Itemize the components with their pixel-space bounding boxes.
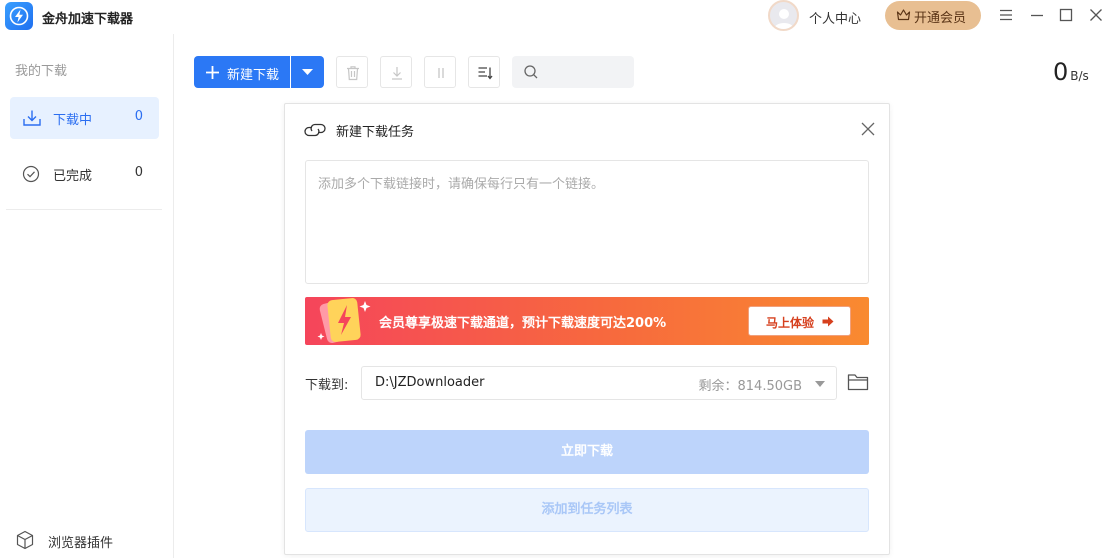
arrow-right-icon	[822, 316, 834, 327]
chevron-down-icon	[815, 381, 825, 387]
pause-button[interactable]	[424, 56, 456, 88]
search-icon	[524, 65, 538, 79]
sidebar-item-count: 0	[134, 109, 143, 124]
path-label: 下载到:	[305, 378, 349, 393]
speed-indicator: 0 B/s	[1053, 58, 1089, 86]
lightning-icon	[9, 6, 29, 26]
new-task-dialog: 新建下载任务 会员尊享极速下载通道，预计下载速度可达200% 马上体验 下载到:…	[284, 103, 890, 555]
dialog-title: 新建下载任务	[336, 125, 415, 140]
free-space-value: 814.50GB	[737, 379, 802, 394]
sidebar-item-label: 已完成	[53, 169, 93, 184]
minimize-icon[interactable]	[1029, 7, 1045, 23]
vip-button-label: 开通会员	[914, 11, 967, 26]
new-download-button[interactable]: 新建下载	[194, 56, 290, 88]
plus-icon	[206, 66, 219, 79]
url-input[interactable]	[305, 160, 869, 284]
speed-unit: B/s	[1070, 69, 1089, 83]
sidebar-item-downloading[interactable]: 下载中 0	[10, 97, 159, 139]
free-space-label: 剩余：	[698, 379, 738, 394]
sidebar-divider	[6, 209, 162, 210]
lightning-card-icon	[317, 298, 371, 343]
close-icon[interactable]	[1088, 7, 1104, 23]
crown-icon	[896, 9, 911, 21]
sidebar-item-completed[interactable]: 已完成 0	[10, 153, 159, 195]
delete-button[interactable]	[336, 56, 368, 88]
try-now-label: 马上体验	[766, 316, 815, 330]
sort-icon	[478, 67, 493, 80]
browser-plugin-label: 浏览器插件	[48, 536, 114, 551]
download-path-select[interactable]: D:\JZDownloader 剩余：814.50GB	[361, 366, 837, 400]
download-icon	[23, 110, 41, 126]
banner-text: 会员尊享极速下载通道，预计下载速度可达200%	[379, 316, 667, 331]
search-box[interactable]	[512, 56, 634, 88]
menu-icon[interactable]	[998, 7, 1014, 23]
cube-icon	[16, 530, 34, 550]
user-center-link[interactable]: 个人中心	[809, 8, 861, 27]
path-value: D:\JZDownloader	[375, 375, 485, 390]
link-icon	[304, 123, 326, 137]
vip-button[interactable]: 开通会员	[885, 1, 981, 30]
title-bar: 金舟加速下载器 个人中心 开通会员	[0, 0, 1116, 33]
download-now-button[interactable]: 立即下载	[305, 430, 869, 474]
sidebar-heading: 我的下载	[15, 64, 68, 79]
pause-icon	[438, 68, 444, 78]
try-now-button[interactable]: 马上体验	[748, 306, 851, 336]
new-download-label: 新建下载	[227, 68, 280, 83]
sidebar: 我的下载 下载中 0 已完成 0 浏览器插件	[0, 34, 174, 558]
trash-icon	[347, 66, 359, 81]
download-arrow-icon	[392, 67, 402, 80]
sidebar-item-label: 下载中	[53, 113, 93, 128]
sort-button[interactable]	[468, 56, 500, 88]
maximize-icon[interactable]	[1058, 7, 1074, 23]
app-title: 金舟加速下载器	[42, 12, 134, 27]
sidebar-item-count: 0	[134, 165, 143, 180]
user-icon	[774, 9, 794, 29]
vip-promo-banner[interactable]: 会员尊享极速下载通道，预计下载速度可达200% 马上体验	[305, 297, 869, 345]
speed-value: 0	[1053, 58, 1069, 86]
browser-plugin-link[interactable]: 浏览器插件	[15, 530, 113, 554]
new-download-dropdown[interactable]	[291, 56, 324, 88]
caret-down-icon	[302, 69, 313, 75]
avatar[interactable]	[768, 0, 799, 31]
check-circle-icon	[22, 165, 40, 183]
add-to-list-button[interactable]: 添加到任务列表	[305, 488, 869, 532]
dialog-close-icon[interactable]	[861, 122, 875, 136]
app-logo	[5, 2, 33, 30]
folder-icon[interactable]	[847, 372, 869, 392]
start-button[interactable]	[380, 56, 412, 88]
free-space: 剩余：814.50GB	[699, 375, 803, 394]
